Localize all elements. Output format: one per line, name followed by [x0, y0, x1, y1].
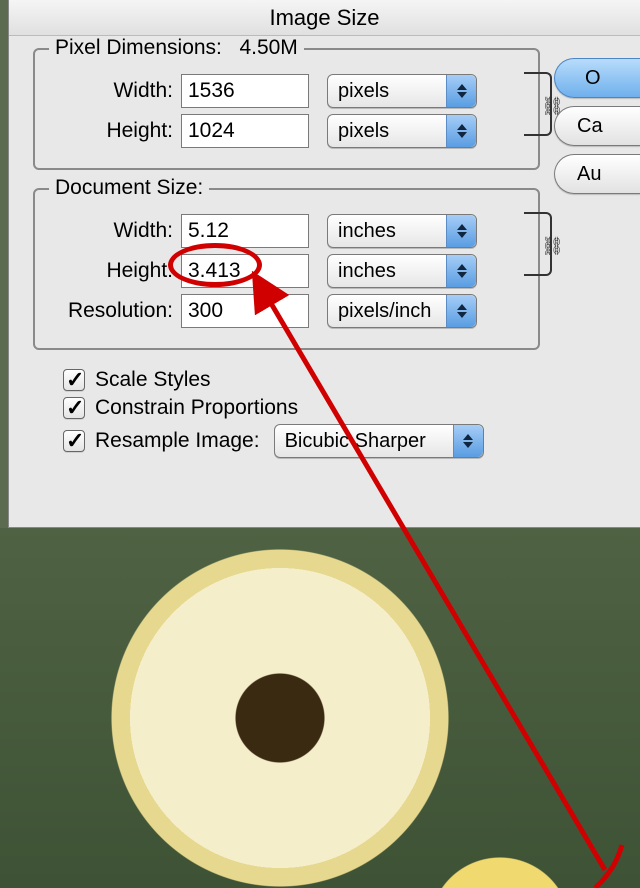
scale-styles-label: Scale Styles [95, 368, 211, 392]
resample-method-dropdown[interactable]: Bicubic Sharper [274, 424, 484, 458]
doc-width-unit-label: inches [338, 220, 396, 243]
pixel-width-row: Width: pixels [49, 74, 524, 108]
pixel-dimensions-size: 4.50M [239, 36, 297, 59]
image-size-dialog: Image Size Pixel Dimensions: 4.50M Width… [8, 0, 640, 528]
resolution-input[interactable] [181, 294, 309, 328]
stepper-icon [453, 425, 483, 457]
scale-styles-row[interactable]: Scale Styles [63, 368, 640, 392]
pixel-width-unit-dropdown[interactable]: pixels [327, 74, 477, 108]
constrain-label: Constrain Proportions [95, 396, 298, 420]
scale-styles-checkbox[interactable] [63, 369, 85, 391]
dialog-title: Image Size [9, 0, 640, 36]
pixel-dimensions-legend: Pixel Dimensions: 4.50M [49, 36, 304, 60]
doc-width-label: Width: [49, 219, 181, 243]
doc-height-unit-label: inches [338, 260, 396, 283]
resolution-label: Resolution: [49, 299, 181, 323]
pixel-height-row: Height: pixels [49, 114, 524, 148]
stepper-icon [446, 215, 476, 247]
resample-label: Resample Image: [95, 429, 260, 453]
dialog-content: Pixel Dimensions: 4.50M Width: pixels He… [9, 36, 640, 458]
doc-width-input[interactable] [181, 214, 309, 248]
doc-height-unit-dropdown[interactable]: inches [327, 254, 477, 288]
resolution-unit-label: pixels/inch [338, 300, 431, 323]
resample-row[interactable]: Resample Image: Bicubic Sharper [63, 424, 640, 458]
flower-photo [0, 528, 640, 888]
pixel-dimensions-group: Pixel Dimensions: 4.50M Width: pixels He… [33, 48, 540, 170]
options-area: Scale Styles Constrain Proportions Resam… [63, 368, 640, 458]
resolution-row: Resolution: pixels/inch [49, 294, 524, 328]
pixel-width-label: Width: [49, 79, 181, 103]
pixel-width-unit-label: pixels [338, 80, 389, 103]
doc-height-input[interactable] [181, 254, 309, 288]
pixel-width-input[interactable] [181, 74, 309, 108]
doc-height-row: Height: inches [49, 254, 524, 288]
stepper-icon [446, 75, 476, 107]
doc-width-unit-dropdown[interactable]: inches [327, 214, 477, 248]
link-chain-icon[interactable]: ⛓ [541, 236, 564, 257]
pixel-dimensions-legend-label: Pixel Dimensions: [55, 36, 222, 59]
stepper-icon [446, 115, 476, 147]
stepper-icon [446, 295, 476, 327]
constrain-checkbox[interactable] [63, 397, 85, 419]
resample-checkbox[interactable] [63, 430, 85, 452]
stepper-icon [446, 255, 476, 287]
resample-method-label: Bicubic Sharper [285, 430, 426, 453]
auto-button[interactable]: Au [554, 154, 640, 194]
pixel-height-label: Height: [49, 119, 181, 143]
doc-height-label: Height: [49, 259, 181, 283]
side-buttons: O Ca Au [554, 58, 640, 202]
cancel-button[interactable]: Ca [554, 106, 640, 146]
doc-width-row: Width: inches [49, 214, 524, 248]
resolution-unit-dropdown[interactable]: pixels/inch [327, 294, 477, 328]
pixel-height-unit-dropdown[interactable]: pixels [327, 114, 477, 148]
document-size-group: Document Size: Width: inches Height: inc… [33, 188, 540, 350]
document-size-legend: Document Size: [49, 176, 209, 200]
constrain-row[interactable]: Constrain Proportions [63, 396, 640, 420]
ok-button[interactable]: O [554, 58, 640, 98]
pixel-height-input[interactable] [181, 114, 309, 148]
pixel-height-unit-label: pixels [338, 120, 389, 143]
